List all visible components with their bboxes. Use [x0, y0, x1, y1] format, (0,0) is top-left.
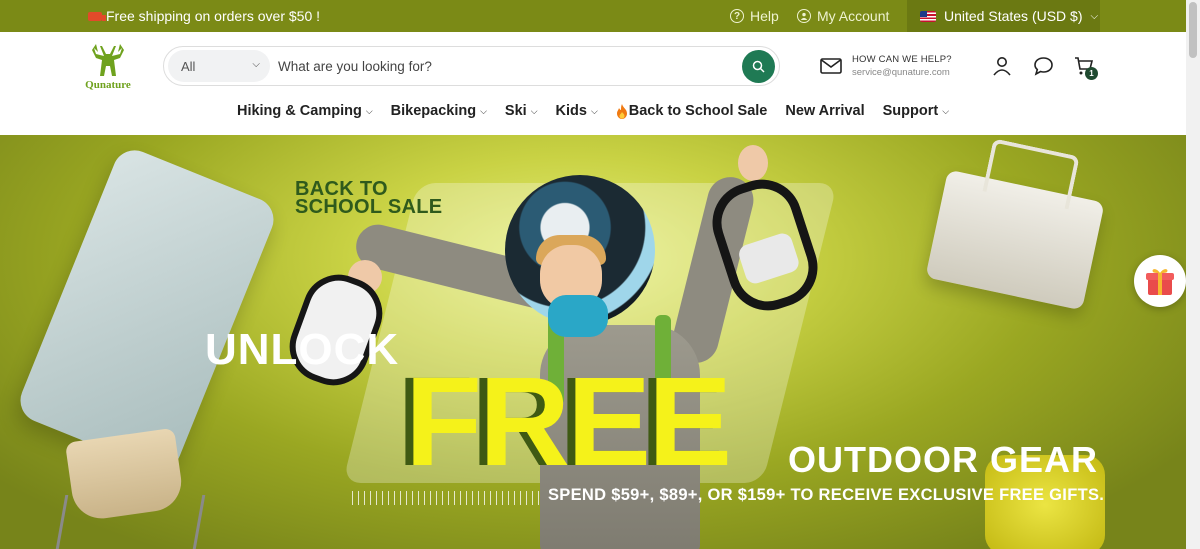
deer-logo-icon — [92, 44, 124, 76]
chevron-down-icon: ⌵ — [942, 105, 950, 116]
chevron-down-icon: ⌵ — [590, 105, 598, 116]
question-icon: ? — [730, 9, 744, 23]
child-hand-right — [738, 145, 768, 181]
nav-label: Support — [882, 103, 939, 119]
site-header: Qunature All ⌵ HOW CAN WE HELP? service@… — [0, 32, 1186, 135]
contact-box[interactable]: HOW CAN WE HELP? service@qunature.com — [820, 54, 952, 78]
search-input[interactable] — [278, 51, 728, 81]
decorative-tick-marks — [352, 491, 542, 505]
region-selector[interactable]: United States (USD $) ⌵ — [907, 0, 1100, 32]
hero-outdoor-gear-text: OUTDOOR GEAR — [788, 439, 1099, 480]
hero-banner[interactable]: BACK TO SCHOOL SALE UNLOCK FREE OUTDOOR … — [0, 135, 1186, 549]
main-nav: Hiking & Camping ⌵ Bikepacking ⌵ Ski ⌵ K… — [0, 100, 1186, 122]
nav-label: Kids — [555, 103, 587, 119]
contact-title: HOW CAN WE HELP? — [852, 54, 952, 65]
shipping-text: Free shipping on orders over $50 ! — [106, 8, 321, 24]
chevron-down-icon: ⌵ — [480, 105, 487, 116]
nav-item-support[interactable]: Support ⌵ — [883, 100, 949, 122]
nav-label: Back to School Sale — [628, 103, 768, 119]
region-label: United States (USD $) — [944, 8, 1083, 24]
scrollbar-thumb[interactable] — [1189, 2, 1197, 58]
hero-free-text: FREE — [405, 351, 732, 492]
category-value: All — [181, 58, 196, 74]
account-label: My Account — [817, 8, 890, 24]
gift-icon — [1146, 269, 1174, 295]
chevron-down-icon: ⌵ — [365, 105, 373, 116]
scrollbar[interactable] — [1186, 0, 1200, 549]
gift-button[interactable] — [1134, 255, 1186, 307]
nav-item-bikepacking[interactable]: Bikepacking ⌵ — [391, 100, 487, 122]
search-button[interactable] — [742, 50, 775, 83]
user-circle-icon — [797, 9, 811, 23]
logo-text: Qunature — [85, 79, 131, 91]
nav-label: New Arrival — [785, 103, 865, 119]
chat-button[interactable] — [1033, 56, 1054, 81]
nav-item-new-arrival[interactable]: New Arrival — [785, 100, 864, 122]
contact-email: service@qunature.com — [852, 67, 950, 78]
nav-item-hiking-camping[interactable]: Hiking & Camping ⌵ — [237, 100, 373, 122]
nav-item-ski[interactable]: Ski ⌵ — [505, 100, 538, 122]
search-icon — [752, 60, 765, 73]
chevron-down-icon: ⌵ — [530, 105, 538, 116]
truck-icon — [88, 11, 106, 21]
category-select[interactable]: All ⌵ — [168, 50, 270, 82]
user-icon — [993, 57, 1011, 76]
nav-label: Hiking & Camping — [236, 103, 362, 119]
helmet-chin-guard — [548, 295, 608, 337]
account-button[interactable] — [992, 56, 1012, 81]
back-to-school-tag: BACK TO SCHOOL SALE — [295, 179, 443, 218]
chevron-down-icon: ⌵ — [1090, 10, 1099, 22]
search-bar: All ⌵ — [163, 46, 780, 86]
help-link[interactable]: ? Help — [730, 8, 779, 24]
shipping-banner: Free shipping on orders over $50 ! — [88, 8, 320, 24]
nav-label: Bikepacking — [390, 103, 477, 119]
help-label: Help — [750, 8, 779, 24]
storage-crate-image — [925, 169, 1105, 311]
logo[interactable]: Qunature — [84, 42, 132, 92]
nav-item-kids[interactable]: Kids ⌵ — [556, 100, 598, 122]
fire-icon — [616, 103, 627, 119]
my-account-link[interactable]: My Account — [797, 8, 889, 24]
hero-unlock-text: UNLOCK — [205, 325, 400, 374]
chat-icon — [1034, 57, 1053, 76]
mail-icon — [820, 58, 842, 74]
hero-spend-text: SPEND $59+, $89+, OR $159+ TO RECEIVE EX… — [548, 486, 1105, 504]
chevron-down-icon: ⌵ — [252, 59, 260, 70]
sleeping-pad-image — [13, 143, 281, 477]
announcement-bar: Free shipping on orders over $50 ! ? Hel… — [0, 0, 1186, 32]
cart-count-badge: 1 — [1085, 67, 1098, 80]
camp-chair-legs — [54, 495, 206, 549]
nav-label: Ski — [504, 103, 527, 119]
us-flag-icon — [920, 10, 936, 22]
nav-item-back-to-school-sale[interactable]: Back to School Sale — [616, 100, 768, 122]
tag-line-2: SCHOOL SALE — [295, 196, 443, 218]
